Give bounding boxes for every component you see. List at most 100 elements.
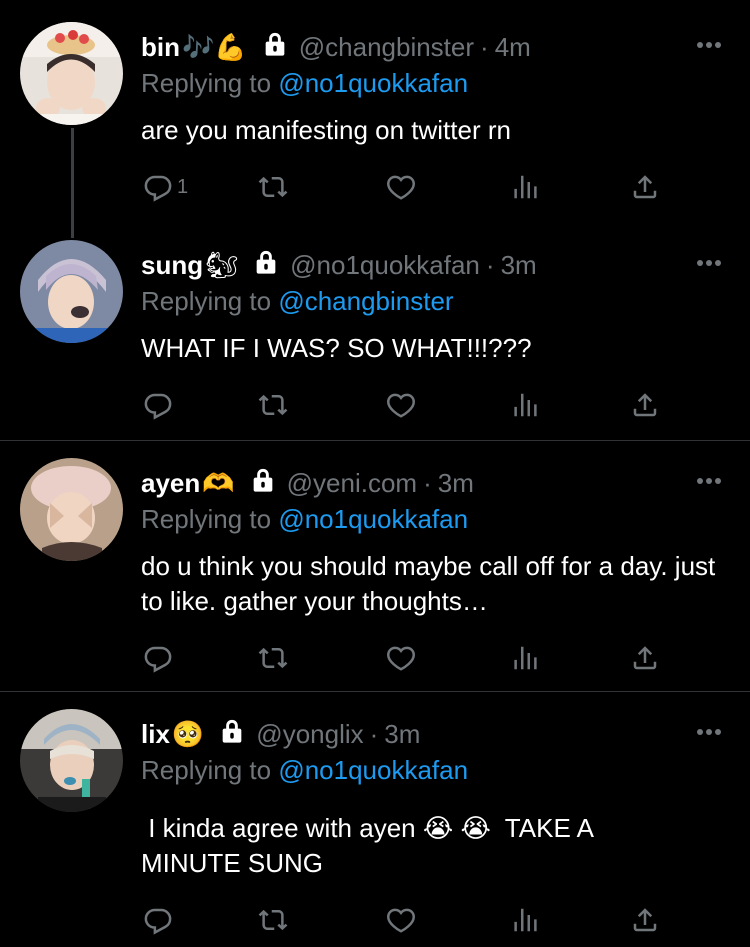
analytics-button[interactable] — [510, 390, 540, 420]
tweet-2[interactable]: sung 🐿 @no1quokkafan · 3m Replying to @c… — [0, 232, 750, 440]
retweet-button[interactable] — [258, 905, 288, 935]
name-emoji: 🎶💪 — [182, 31, 247, 62]
tweet-text: I kinda agree with ayen 😭 😭 TAKE A MINUT… — [141, 813, 600, 878]
avatar[interactable] — [20, 709, 123, 812]
reply-button[interactable] — [143, 905, 173, 935]
name-emoji: 🐿 — [205, 249, 239, 280]
timestamp[interactable]: 3m — [438, 468, 474, 499]
share-icon — [630, 172, 660, 202]
analytics-icon — [510, 390, 540, 420]
retweet-button[interactable] — [258, 390, 288, 420]
like-button[interactable] — [386, 390, 416, 420]
reply-button[interactable] — [143, 643, 173, 673]
action-bar — [143, 390, 663, 420]
name-emoji: 🫶 — [202, 467, 235, 498]
more-icon[interactable] — [696, 728, 722, 736]
replying-to-line: Replying to @no1quokkafan — [141, 755, 468, 786]
tweet-header: sung 🐿 @no1quokkafan · 3m — [141, 248, 537, 282]
retweet-icon — [258, 643, 288, 673]
replying-mention[interactable]: @no1quokkafan — [278, 68, 468, 98]
display-name[interactable]: lix — [141, 719, 170, 750]
action-bar — [143, 643, 663, 673]
reply-count: 1 — [177, 175, 189, 198]
analytics-icon — [510, 172, 540, 202]
user-handle[interactable]: @yeni.com — [287, 468, 417, 499]
analytics-icon — [510, 643, 540, 673]
reply-icon — [143, 905, 173, 935]
lock-icon — [218, 717, 246, 752]
reply-icon — [143, 643, 173, 673]
replying-mention[interactable]: @no1quokkafan — [278, 504, 468, 534]
timestamp[interactable]: 3m — [384, 719, 420, 750]
replying-label: Replying to — [141, 755, 272, 785]
display-name[interactable]: bin — [141, 32, 180, 63]
analytics-button[interactable] — [510, 172, 540, 202]
analytics-button[interactable] — [510, 643, 540, 673]
separator-dot: · — [480, 31, 489, 62]
avatar[interactable] — [20, 240, 123, 343]
replying-mention[interactable]: @changbinster — [278, 286, 453, 316]
separator-dot: · — [369, 718, 379, 749]
replying-to-line: Replying to @changbinster — [141, 286, 454, 317]
retweet-button[interactable] — [258, 172, 288, 202]
share-icon — [630, 390, 660, 420]
retweet-icon — [258, 390, 288, 420]
like-button[interactable] — [386, 643, 416, 673]
share-button[interactable] — [630, 643, 660, 673]
reply-button[interactable] — [143, 390, 173, 420]
like-button[interactable] — [386, 172, 416, 202]
retweet-icon — [258, 905, 288, 935]
like-icon — [386, 172, 416, 202]
retweet-button[interactable] — [258, 643, 288, 673]
replying-mention[interactable]: @no1quokkafan — [278, 755, 468, 785]
tweet-header: lix 🥺 @yonglix · 3m — [141, 717, 420, 751]
like-button[interactable] — [386, 905, 416, 935]
analytics-icon — [510, 905, 540, 935]
display-name[interactable]: sung — [141, 250, 203, 281]
reply-icon — [143, 390, 173, 420]
replying-label: Replying to — [141, 504, 272, 534]
separator-dot: · — [485, 249, 495, 280]
name-emoji: 🥺 — [171, 718, 205, 749]
lock-icon — [261, 30, 289, 65]
share-icon — [630, 905, 660, 935]
more-icon[interactable] — [696, 41, 722, 49]
timestamp[interactable]: 3m — [501, 250, 537, 281]
action-bar: 1 — [143, 172, 663, 202]
tweet-1[interactable]: bin 🎶💪 @changbinster · 4m Replying to @n… — [0, 0, 750, 240]
tweet-3[interactable]: ayen 🫶 @yeni.com · 3m Replying to @no1qu… — [0, 441, 750, 691]
timestamp[interactable]: 4m — [495, 32, 531, 63]
share-button[interactable] — [630, 172, 660, 202]
user-handle[interactable]: @changbinster — [299, 32, 474, 63]
tweet-header: ayen 🫶 @yeni.com · 3m — [141, 466, 474, 500]
replying-to-line: Replying to @no1quokkafan — [141, 504, 468, 535]
reply-button[interactable]: 1 — [143, 172, 188, 202]
reply-icon — [143, 172, 173, 202]
more-icon[interactable] — [696, 259, 722, 267]
action-bar — [143, 905, 663, 935]
replying-label: Replying to — [141, 286, 272, 316]
lock-icon — [249, 466, 277, 501]
lock-icon — [252, 248, 280, 283]
tweet-text: are you manifesting on twitter rn — [141, 115, 511, 145]
tweet-header: bin 🎶💪 @changbinster · 4m — [141, 30, 531, 64]
like-icon — [386, 390, 416, 420]
user-handle[interactable]: @yonglix — [256, 719, 363, 750]
separator-dot: · — [423, 467, 432, 498]
share-button[interactable] — [630, 905, 660, 935]
user-handle[interactable]: @no1quokkafan — [290, 250, 480, 281]
like-icon — [386, 905, 416, 935]
tweet-4[interactable]: lix 🥺 @yonglix · 3m Replying to @no1quok… — [0, 692, 750, 947]
analytics-button[interactable] — [510, 905, 540, 935]
avatar[interactable] — [20, 22, 123, 125]
like-icon — [386, 643, 416, 673]
share-icon — [630, 643, 660, 673]
share-button[interactable] — [630, 390, 660, 420]
retweet-icon — [258, 172, 288, 202]
avatar[interactable] — [20, 458, 123, 561]
replying-label: Replying to — [141, 68, 272, 98]
display-name[interactable]: ayen — [141, 468, 200, 499]
more-icon[interactable] — [696, 477, 722, 485]
tweet-text: do u think you should maybe call off for… — [141, 551, 716, 616]
replying-to-line: Replying to @no1quokkafan — [141, 68, 468, 99]
